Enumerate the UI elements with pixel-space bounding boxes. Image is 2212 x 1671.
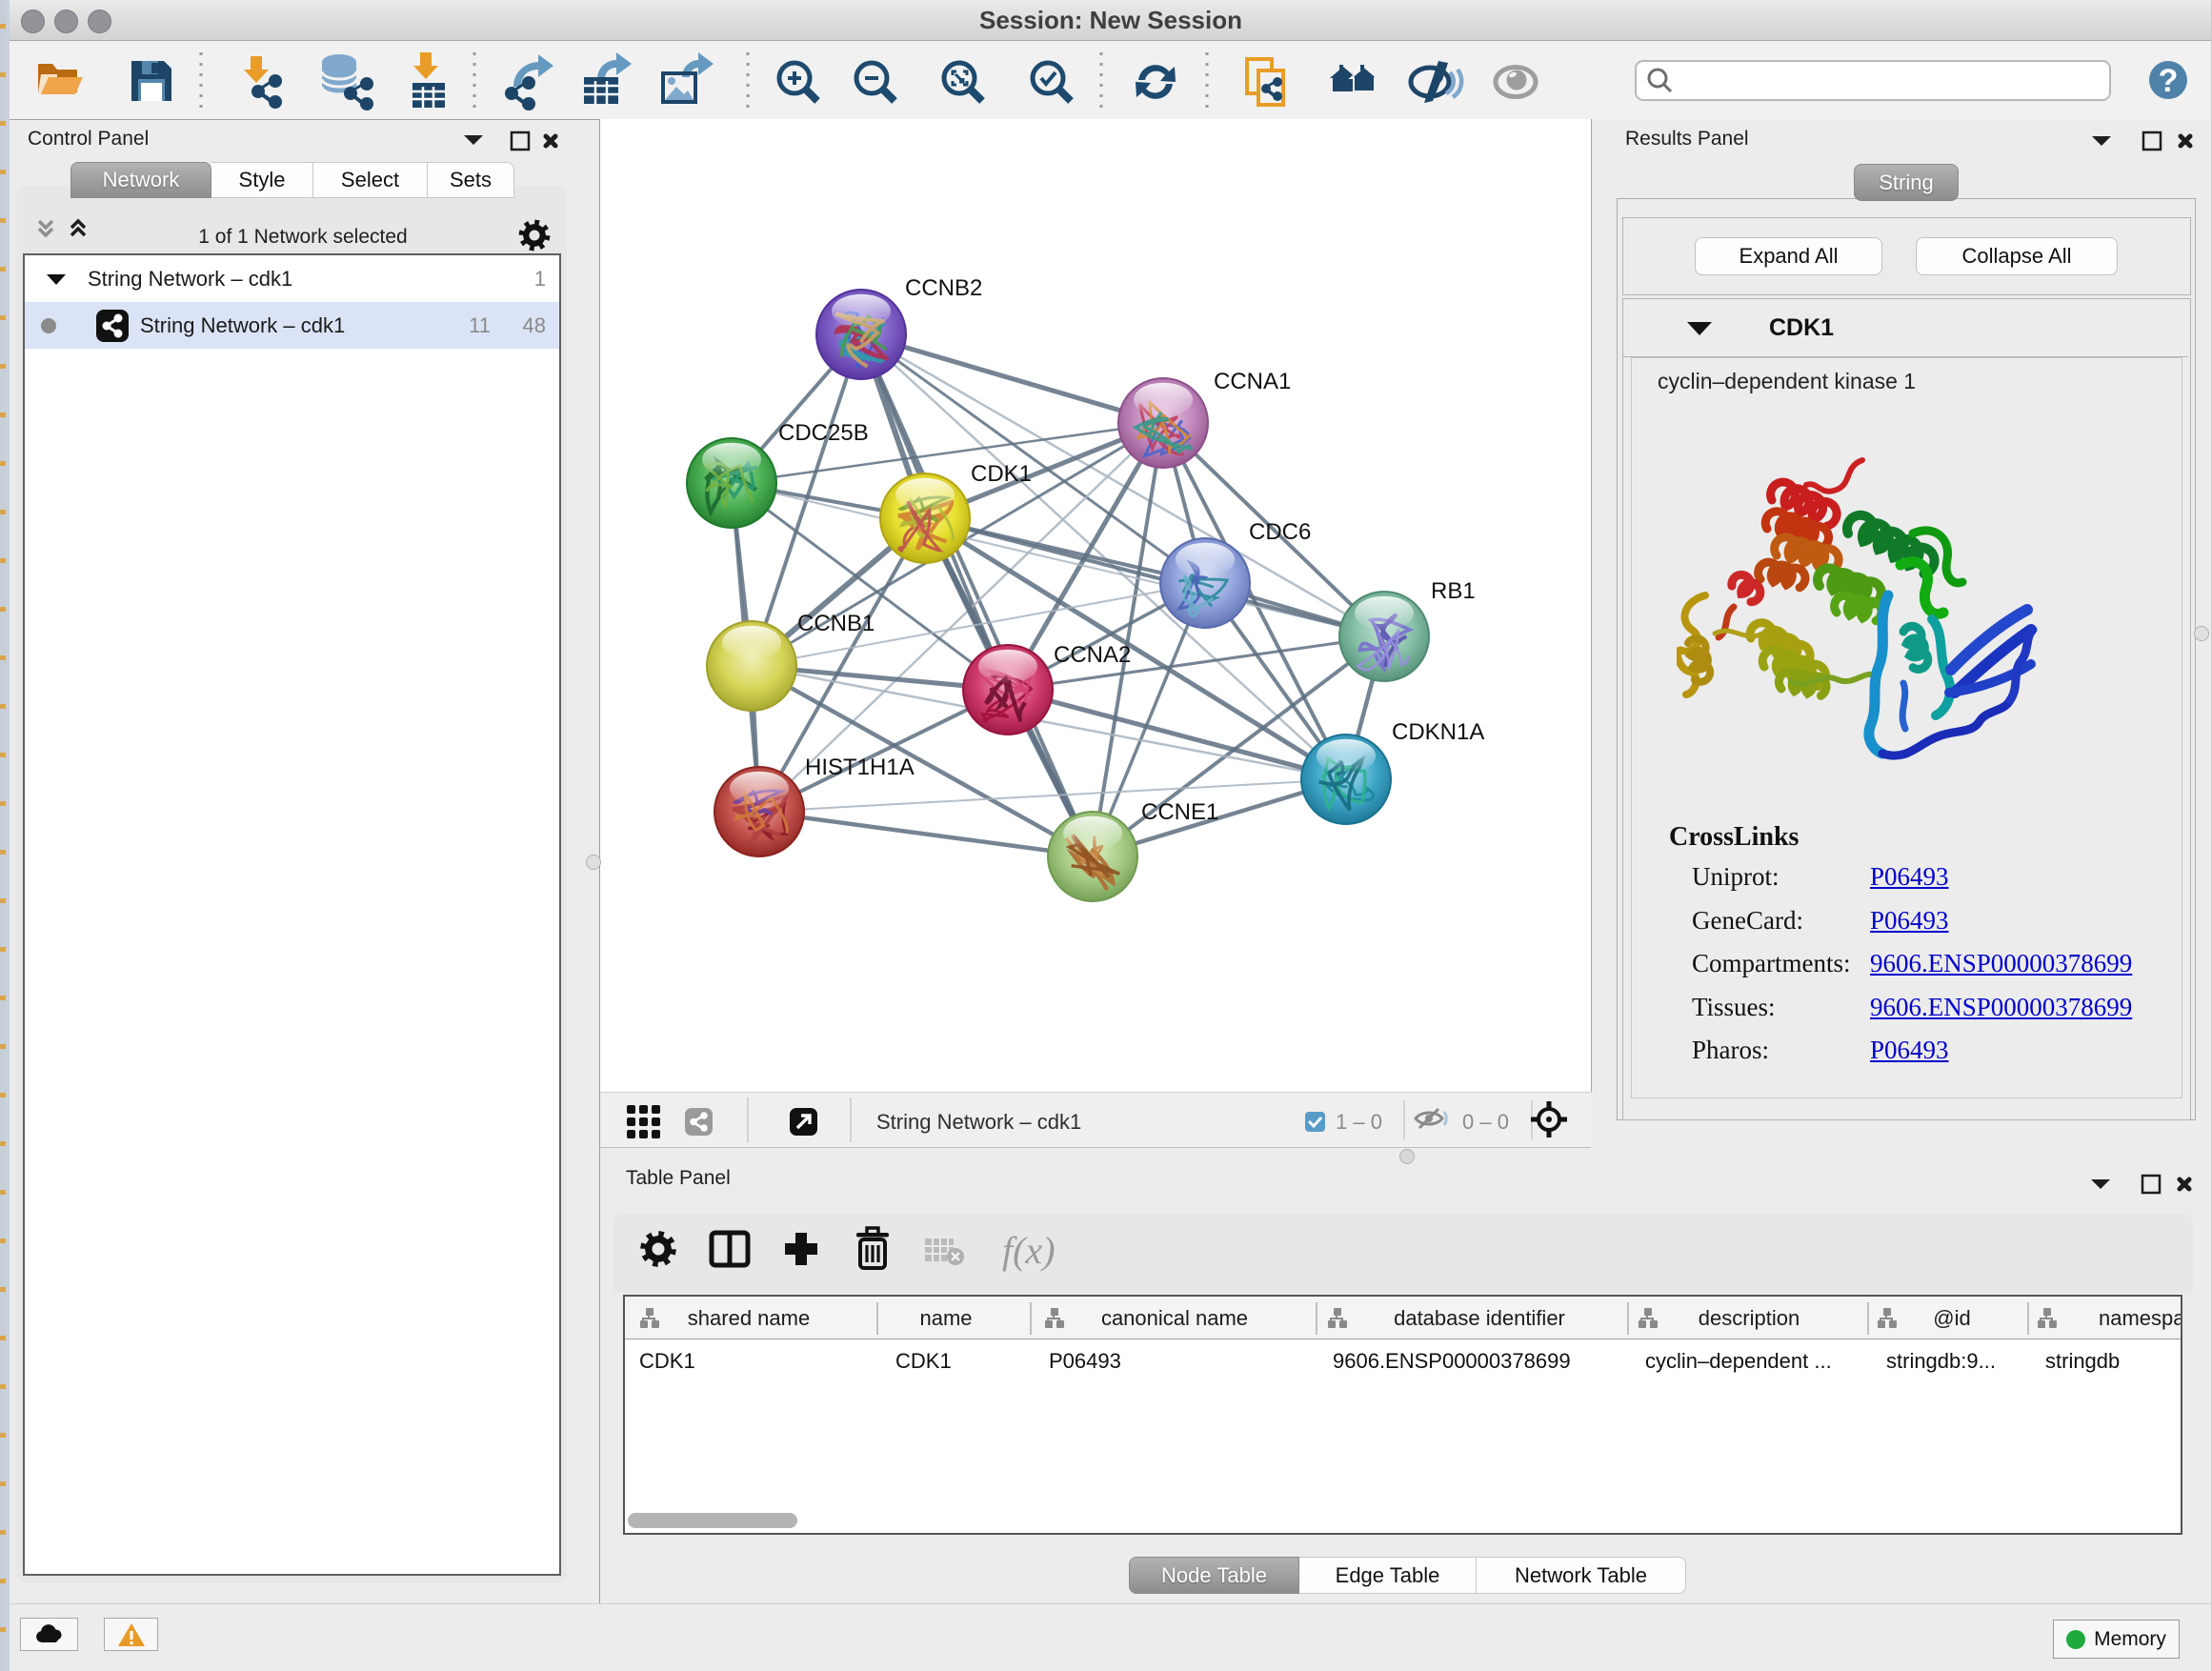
svg-text:name: name (919, 1306, 972, 1330)
svg-text:stringdb: stringdb (2045, 1349, 2120, 1373)
svg-text:cyclin–dependent ...: cyclin–dependent ... (1645, 1349, 1832, 1373)
svg-text:canonical name: canonical name (1101, 1306, 1248, 1330)
svg-text:CCNE1: CCNE1 (1141, 799, 1218, 825)
svg-text:CDKN1A: CDKN1A (1392, 719, 1484, 745)
svg-text:CCNB1: CCNB1 (797, 611, 875, 636)
svg-text:1 – 0: 1 – 0 (1336, 1110, 1382, 1134)
svg-text:@id: @id (1933, 1306, 1970, 1330)
svg-text:RB1: RB1 (1431, 578, 1476, 604)
svg-text:P06493: P06493 (1049, 1349, 1121, 1373)
svg-text:CDK1: CDK1 (639, 1349, 695, 1373)
svg-text:?: ? (2159, 63, 2179, 99)
svg-text:9606.ENSP00000378699: 9606.ENSP00000378699 (1333, 1349, 1571, 1373)
svg-text:description: description (1699, 1306, 1800, 1330)
svg-text:HIST1H1A: HIST1H1A (805, 755, 915, 780)
svg-text:stringdb:9...: stringdb:9... (1886, 1349, 1996, 1373)
svg-text:CDK1: CDK1 (971, 461, 1032, 487)
svg-text:CDK1: CDK1 (895, 1349, 952, 1373)
svg-text:0 – 0: 0 – 0 (1462, 1110, 1509, 1134)
svg-text:f(x): f(x) (1002, 1229, 1056, 1272)
svg-text:CCNB2: CCNB2 (905, 275, 982, 301)
svg-text:1 of 1 Network selected: 1 of 1 Network selected (198, 226, 407, 248)
svg-text:CCNA1: CCNA1 (1214, 369, 1291, 394)
svg-text:CCNA2: CCNA2 (1054, 642, 1131, 668)
svg-text:shared name: shared name (688, 1306, 810, 1330)
svg-text:CDC25B: CDC25B (778, 420, 869, 446)
svg-text:String Network – cdk1: String Network – cdk1 (876, 1110, 1081, 1134)
svg-text:namespac: namespac (2099, 1306, 2181, 1330)
svg-text:database identifier: database identifier (1394, 1306, 1565, 1330)
svg-text:CDC6: CDC6 (1249, 519, 1311, 545)
